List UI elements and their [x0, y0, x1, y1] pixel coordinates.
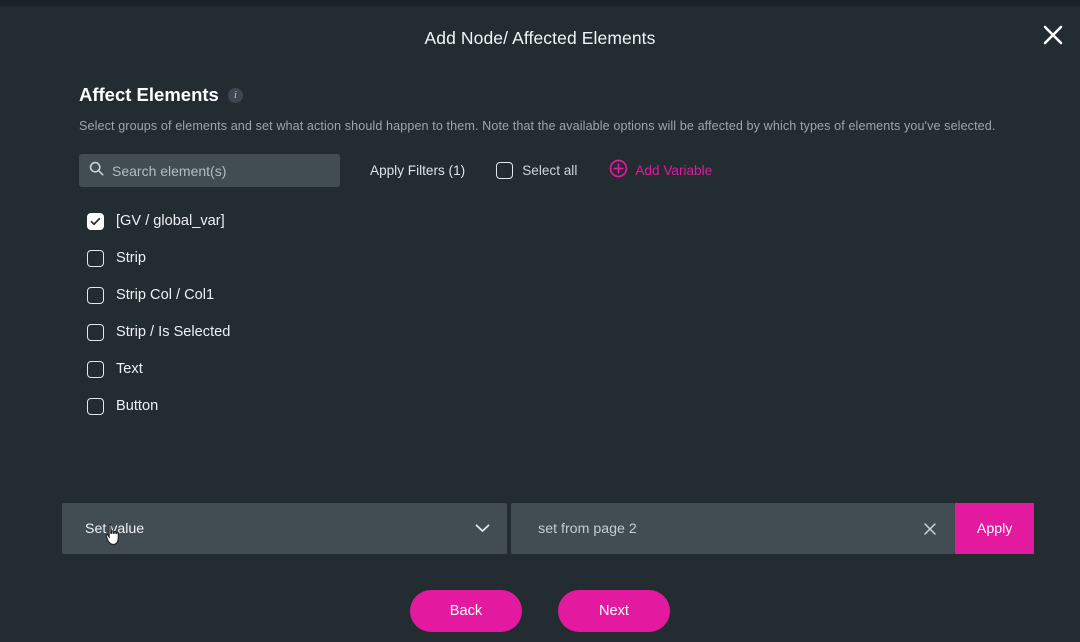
- clear-icon[interactable]: [919, 518, 941, 540]
- element-checkbox[interactable]: [87, 360, 104, 378]
- action-value-input[interactable]: [538, 520, 920, 537]
- chevron-down-icon: [475, 520, 490, 538]
- element-checkbox[interactable]: [87, 323, 104, 341]
- element-checkbox[interactable]: [87, 286, 104, 304]
- add-node-modal: Add Node/ Affected Elements Affect Eleme…: [0, 6, 1080, 642]
- apply-button[interactable]: Apply: [955, 503, 1034, 554]
- select-all-toggle[interactable]: Select all: [496, 162, 577, 179]
- list-item[interactable]: Button: [87, 394, 587, 418]
- modal-title: Add Node/ Affected Elements: [424, 28, 656, 48]
- action-select-value: Set value: [85, 520, 145, 537]
- list-item[interactable]: Strip Col / Col1: [87, 283, 587, 307]
- action-select[interactable]: Set value: [62, 503, 508, 554]
- search-input[interactable]: [112, 162, 322, 179]
- element-checkbox[interactable]: [87, 397, 104, 415]
- element-label: Strip Col / Col1: [116, 287, 215, 303]
- element-label: Strip / Is Selected: [116, 324, 231, 340]
- add-variable-button[interactable]: Add Variable: [609, 159, 712, 183]
- section-header: Affect Elements i: [79, 84, 243, 106]
- list-item[interactable]: Strip: [87, 246, 587, 270]
- element-label: Button: [116, 398, 159, 414]
- search-element-box[interactable]: [79, 154, 340, 187]
- plus-circle-icon: [609, 159, 628, 183]
- list-item[interactable]: [GV / global_var]: [87, 209, 587, 233]
- elements-toolbar: Apply Filters (1) Select all Add Variabl…: [79, 154, 1009, 187]
- back-button[interactable]: Back: [410, 590, 522, 632]
- element-label: Text: [116, 361, 143, 377]
- element-label: [GV / global_var]: [116, 213, 225, 229]
- section-title: Affect Elements: [79, 84, 219, 105]
- section-description: Select groups of elements and set what a…: [79, 119, 996, 133]
- affected-elements-list: [GV / global_var] Strip Strip Col / Col1…: [87, 209, 587, 431]
- apply-filters-button[interactable]: Apply Filters (1): [370, 163, 465, 178]
- select-all-checkbox[interactable]: [496, 162, 514, 179]
- element-checkbox[interactable]: [87, 212, 104, 230]
- element-label: Strip: [116, 250, 147, 266]
- add-variable-label: Add Variable: [635, 163, 713, 178]
- action-value-field[interactable]: [511, 503, 956, 554]
- select-all-label: Select all: [522, 163, 578, 178]
- search-icon: [89, 161, 104, 181]
- element-checkbox[interactable]: [87, 249, 104, 267]
- list-item[interactable]: Text: [87, 357, 587, 381]
- footer-buttons: Back Next: [0, 590, 1080, 632]
- action-bar: Set value Apply: [62, 503, 1034, 554]
- list-item[interactable]: Strip / Is Selected: [87, 320, 587, 344]
- info-icon[interactable]: i: [227, 87, 243, 103]
- next-button[interactable]: Next: [558, 590, 670, 632]
